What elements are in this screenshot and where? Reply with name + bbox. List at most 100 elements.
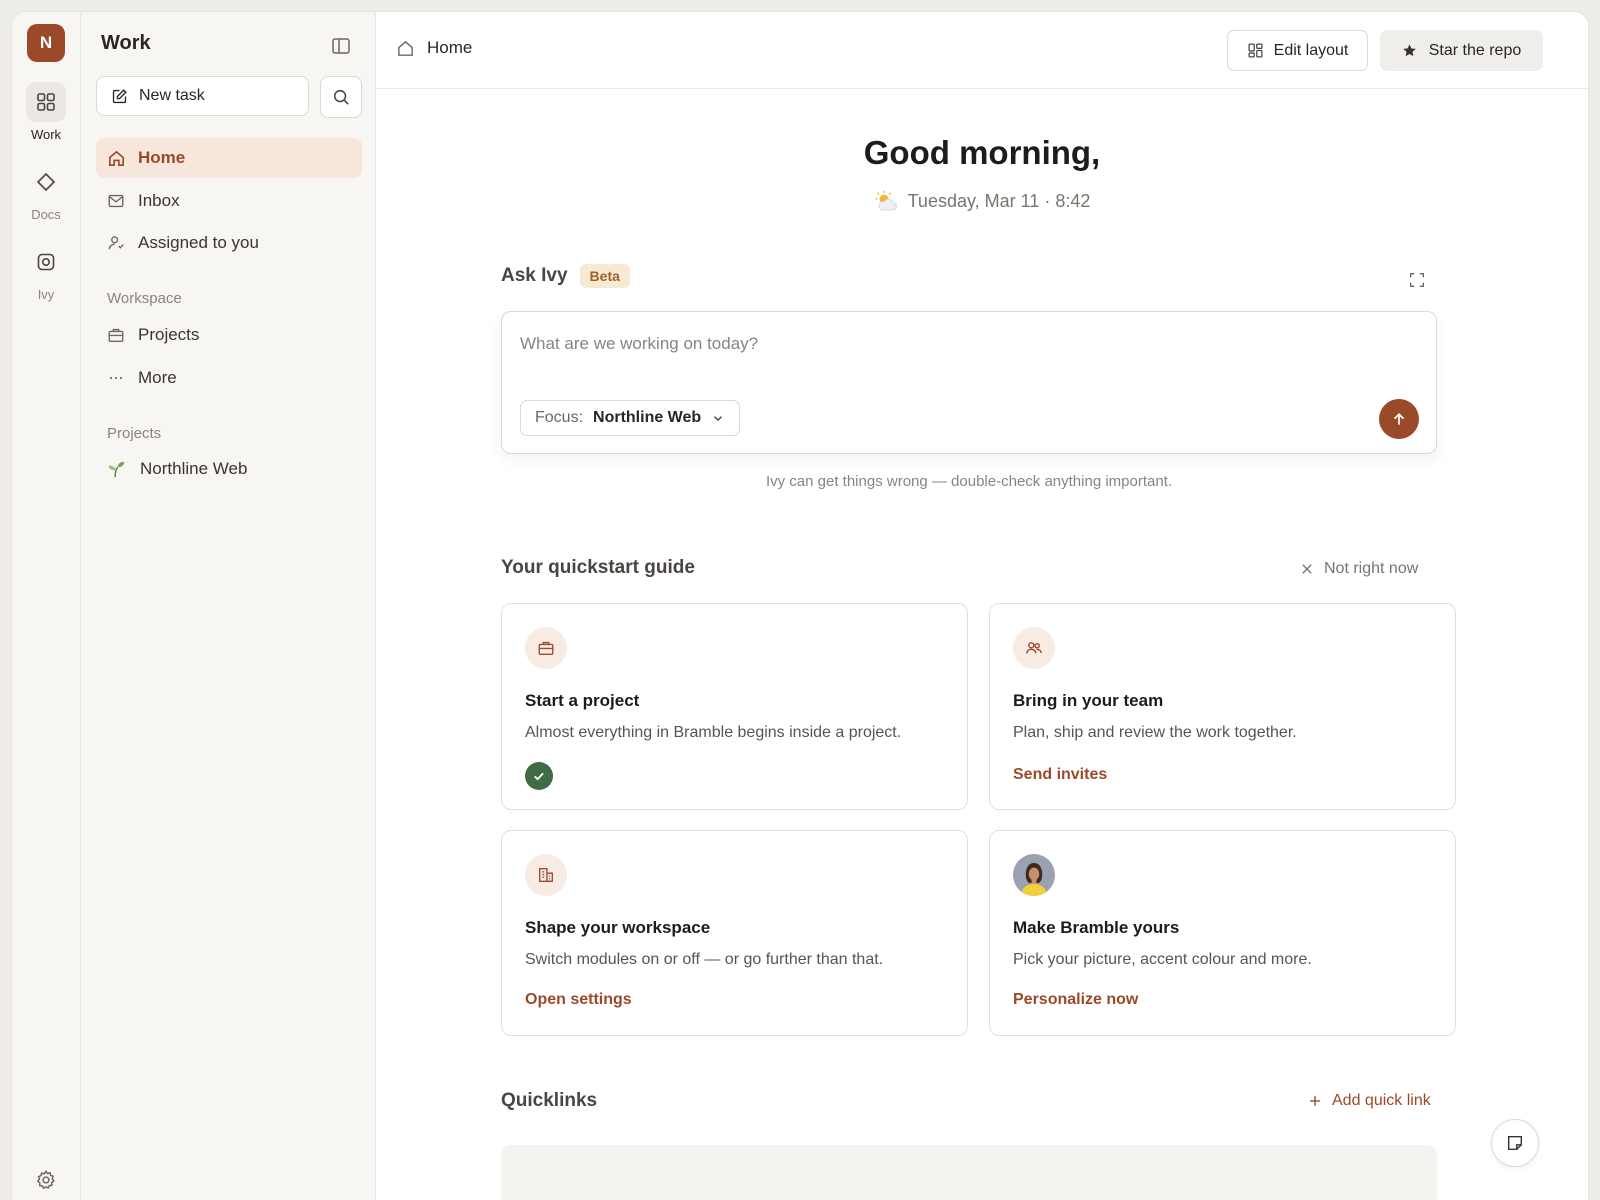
new-task-button[interactable]: New task [96,76,309,116]
rail-item-label: Ivy [37,287,55,302]
completed-check-icon [525,762,553,790]
workspace-avatar[interactable]: N [27,24,65,62]
quickstart-card-team[interactable]: Bring in your team Plan, ship and review… [989,603,1456,810]
expand-icon[interactable] [1405,268,1429,292]
sidebar-item-northline-web[interactable]: Northline Web [96,449,362,489]
rail-item-docs[interactable]: Docs [12,162,80,222]
send-button[interactable] [1379,399,1419,439]
ask-disclaimer: Ivy can get things wrong — double-check … [765,473,1173,490]
personalize-now-link[interactable]: Personalize now [1013,991,1138,1009]
greeting-date: Tuesday, Mar 11 · 8:42 [376,190,1588,212]
sidebar-toggle-icon[interactable] [327,32,355,60]
sidebar-item-inbox[interactable]: Inbox [96,181,362,221]
edit-layout-label: Edit layout [1273,41,1349,59]
sidebar-item-label: Assigned to you [138,233,259,252]
edit-icon [111,88,128,105]
chevron-down-icon [711,411,725,425]
gear-icon[interactable] [32,1166,60,1194]
inbox-icon [106,192,126,210]
quicklinks-title: Quicklinks [501,1090,598,1111]
more-icon [106,369,126,387]
card-title: Shape your workspace [525,918,711,937]
dismiss-label: Not right now [1324,560,1419,577]
building-icon [525,854,567,896]
search-button[interactable] [320,76,362,118]
diamond-icon [26,162,66,202]
workspace-avatar-initial: N [39,33,53,52]
ivy-icon [26,242,66,282]
sidebar-title: Work [101,32,151,54]
card-desc: Plan, ship and review the work together. [1013,724,1297,741]
sidebar: Work New task Home Inbox Assigned to you… [81,12,376,1200]
star-repo-button[interactable]: Star the repo [1380,30,1543,71]
notes-button[interactable] [1491,1119,1539,1167]
focus-selector[interactable]: Focus: Northline Web [520,400,741,436]
ask-input-placeholder[interactable]: What are we working on today? [520,334,758,354]
rail-item-label: Work [30,127,62,142]
send-invites-link[interactable]: Send invites [1013,766,1107,784]
new-task-label: New task [139,87,205,104]
sidebar-item-home[interactable]: Home [96,138,362,178]
sidebar-item-label: Projects [138,325,200,344]
focus-key: Focus: [535,409,584,426]
card-desc: Almost everything in Bramble begins insi… [525,724,902,741]
briefcase-icon [525,627,567,669]
ask-ivy-header: Ask Ivy Beta [501,264,630,288]
quickstart-card-personalize[interactable]: Make Bramble yours Pick your picture, ac… [989,830,1456,1036]
greeting-title: Good morning, [863,134,1101,171]
sidebar-item-more[interactable]: More [96,358,362,398]
star-icon [1402,43,1417,58]
rail-item-ivy[interactable]: Ivy [12,242,80,302]
note-icon [1506,1134,1524,1152]
user-icon [106,234,126,252]
quickstart-card-workspace[interactable]: Shape your workspace Switch modules on o… [501,830,968,1036]
quickstart-title: Your quickstart guide [501,557,695,578]
edit-layout-button[interactable]: Edit layout [1227,30,1368,71]
sidebar-item-label: Home [138,148,186,167]
plus-icon [1308,1094,1322,1108]
close-icon [1300,562,1314,576]
quickstart-card-start-project[interactable]: Start a project Almost everything in Bra… [501,603,968,810]
rail-item-label: Docs [31,207,61,222]
arrow-up-icon [1391,411,1407,427]
section-label-projects: Projects [107,425,162,442]
team-icon [1013,627,1055,669]
home-icon [396,39,415,58]
avatar-photo [1013,854,1055,896]
star-repo-label: Star the repo [1428,41,1522,59]
main-content: Home Edit layout Star the repo Good morn… [376,12,1588,1200]
card-desc: Switch modules on or off — or go further… [525,951,884,968]
open-settings-link[interactable]: Open settings [525,991,632,1009]
quicklinks-area [501,1145,1437,1200]
grid-icon [26,82,66,122]
card-title: Make Bramble yours [1013,918,1180,937]
card-desc: Pick your picture, accent colour and mor… [1013,951,1312,968]
sidebar-item-label: More [138,368,177,387]
briefcase-icon [106,326,126,344]
topbar: Home Edit layout Star the repo [376,12,1588,89]
card-title: Start a project [525,691,640,710]
add-quick-link-label: Add quick link [1332,1092,1431,1109]
dismiss-quickstart-button[interactable]: Not right now [1300,560,1418,578]
date-text: Tuesday, Mar 11 · 8:42 [907,190,1091,211]
add-quick-link-button[interactable]: Add quick link [1308,1092,1431,1110]
sidebar-item-label: Inbox [138,191,180,210]
focus-value: Northline Web [593,409,702,426]
ask-ivy-title: Ask Ivy [501,265,568,286]
search-icon [332,88,350,106]
card-title: Bring in your team [1013,691,1164,710]
rail-item-work[interactable]: Work [12,82,80,142]
app-rail: N Work Docs Ivy [12,12,81,1200]
beta-badge: Beta [579,264,630,288]
sprout-icon [106,458,126,480]
home-icon [106,149,126,168]
layout-icon [1247,42,1264,59]
section-label-workspace: Workspace [107,290,182,307]
sidebar-item-projects[interactable]: Projects [96,315,362,355]
breadcrumb: Home [396,38,472,58]
sidebar-item-assigned[interactable]: Assigned to you [96,223,362,263]
ask-ivy-composer[interactable]: What are we working on today? Focus: Nor… [501,311,1437,454]
sidebar-item-label: Northline Web [140,459,248,478]
breadcrumb-label: Home [427,38,473,57]
app-window: N Work Docs Ivy Work New task Home Inbox… [12,12,1588,1200]
